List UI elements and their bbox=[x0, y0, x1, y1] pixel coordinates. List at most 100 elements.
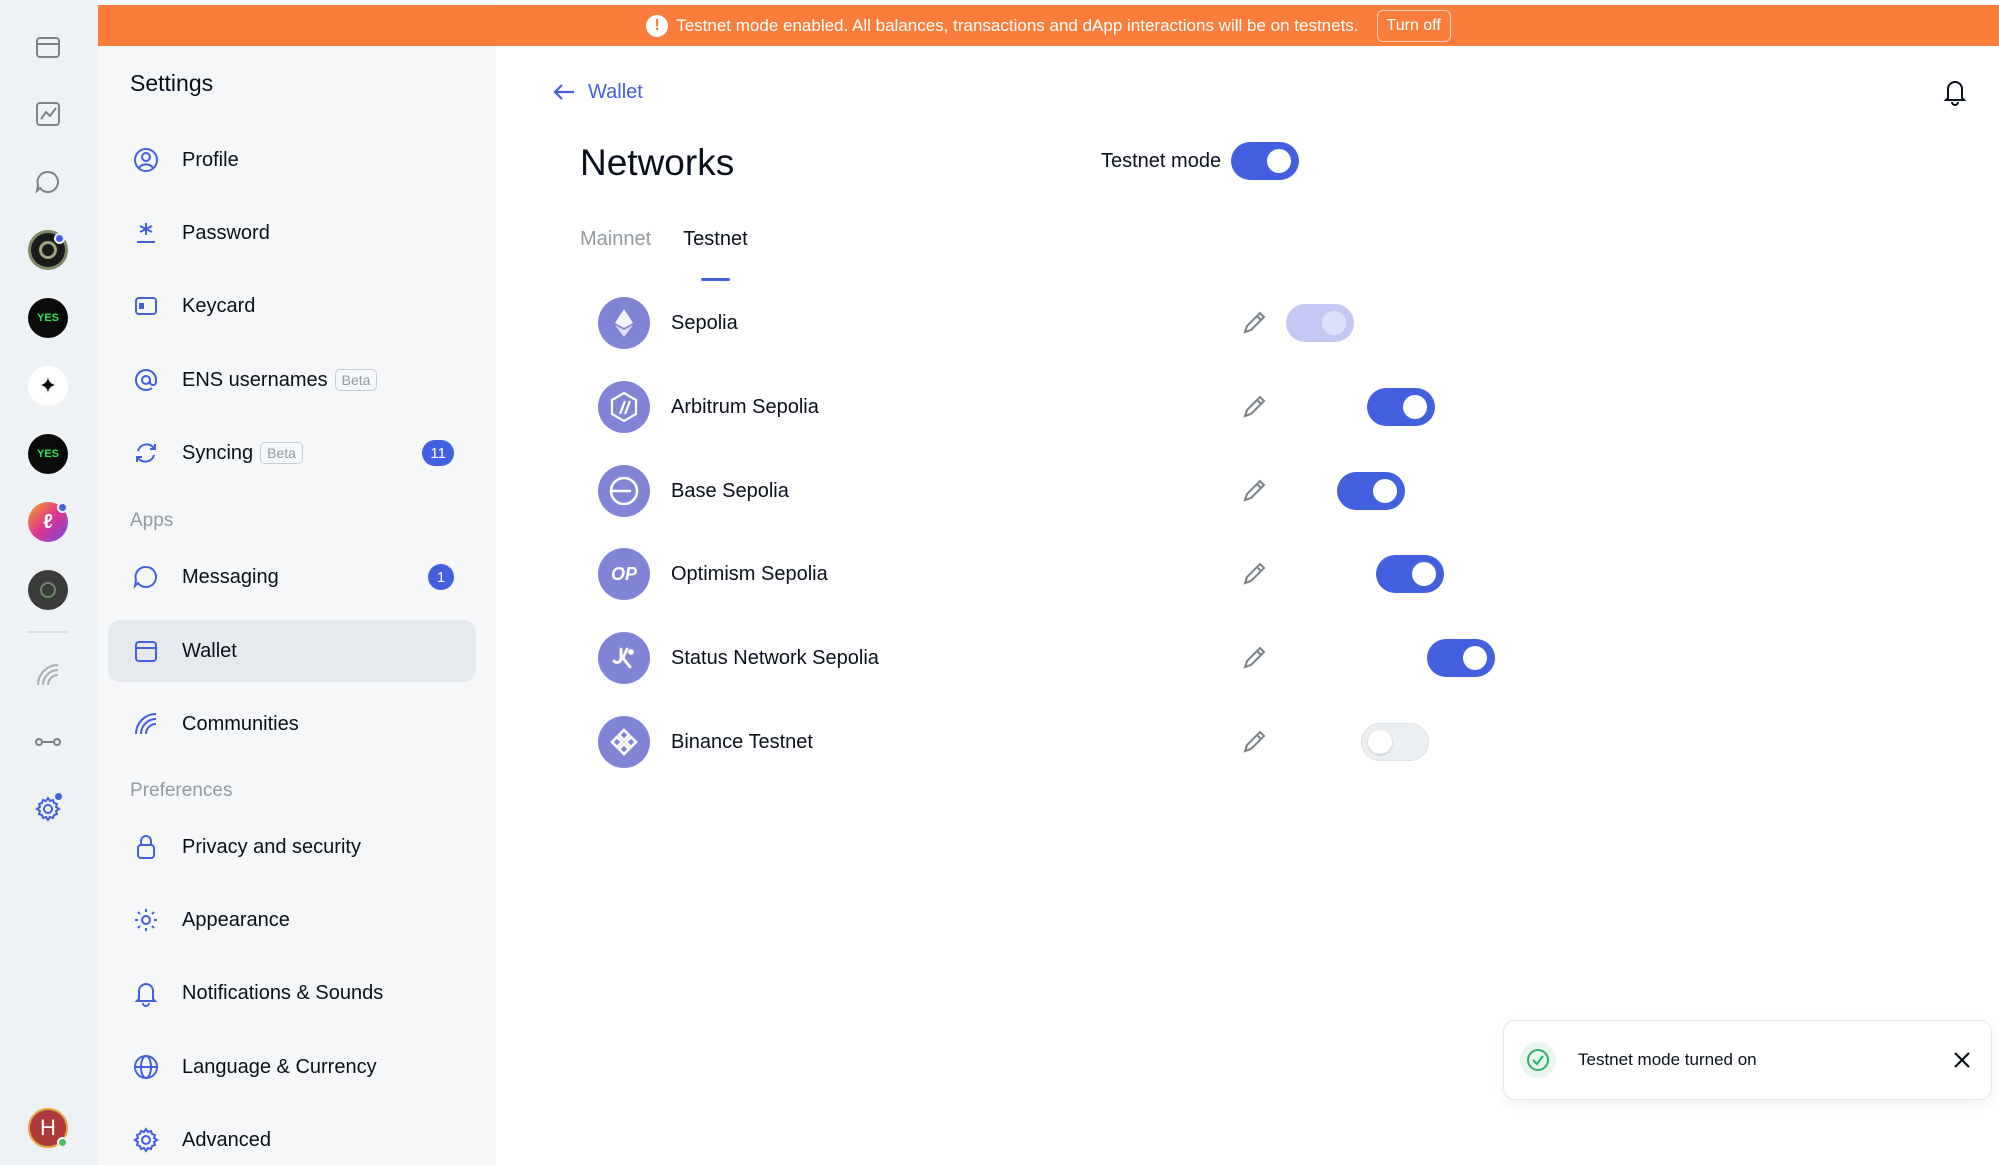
edit-pencil-icon[interactable] bbox=[1238, 558, 1270, 590]
beta-badge: Beta bbox=[334, 369, 378, 391]
beta-badge: Beta bbox=[260, 442, 303, 464]
arbitrum-icon bbox=[598, 381, 650, 433]
network-toggle[interactable] bbox=[1360, 723, 1429, 761]
gear-icon bbox=[130, 1124, 162, 1156]
community-avatar-globe[interactable] bbox=[26, 568, 70, 612]
settings-item-communities[interactable]: Communities bbox=[108, 693, 476, 755]
chat-icon bbox=[130, 561, 162, 593]
settings-item-label: Wallet bbox=[182, 639, 237, 662]
sync-icon bbox=[130, 437, 162, 469]
edit-pencil-icon[interactable] bbox=[1238, 391, 1270, 423]
settings-item-syncing[interactable]: Syncing Beta 11 bbox=[108, 422, 476, 484]
edit-pencil-icon[interactable] bbox=[1238, 307, 1270, 339]
user-avatar[interactable]: H bbox=[26, 1106, 70, 1150]
settings-item-profile[interactable]: Profile bbox=[108, 129, 476, 191]
network-row-binance-testnet[interactable]: Binance Testnet bbox=[598, 712, 1429, 772]
network-toggle[interactable] bbox=[1336, 472, 1405, 510]
settings-item-language[interactable]: Language & Currency bbox=[108, 1036, 476, 1098]
bell-icon bbox=[130, 977, 162, 1009]
close-icon[interactable] bbox=[1949, 1047, 1975, 1073]
settings-item-label: Advanced bbox=[182, 1128, 271, 1151]
network-name: Base Sepolia bbox=[671, 479, 789, 502]
sun-icon bbox=[130, 904, 162, 936]
alert-icon: ! bbox=[646, 14, 669, 37]
edit-pencil-icon[interactable] bbox=[1238, 726, 1270, 758]
settings-item-label: Appearance bbox=[182, 908, 290, 931]
tab-mainnet[interactable]: Mainnet bbox=[580, 228, 651, 251]
community-avatar-yes-2[interactable]: YES bbox=[26, 432, 70, 476]
network-toggle[interactable] bbox=[1366, 388, 1435, 426]
settings-item-keycard[interactable]: Keycard bbox=[108, 275, 476, 337]
settings-item-label: Privacy and security bbox=[182, 835, 361, 858]
network-toggle[interactable] bbox=[1375, 555, 1444, 593]
network-name: Status Network Sepolia bbox=[671, 646, 879, 669]
page-title: Networks bbox=[580, 142, 735, 183]
network-name: Binance Testnet bbox=[671, 730, 813, 753]
syncing-count-badge: 11 bbox=[422, 440, 454, 466]
lock-icon bbox=[130, 831, 162, 863]
settings-item-privacy[interactable]: Privacy and security bbox=[108, 816, 476, 878]
banner-text: Testnet mode enabled. All balances, tran… bbox=[676, 15, 1359, 35]
main-content: Wallet Networks Testnet mode Mainnet Tes… bbox=[496, 46, 1999, 1165]
edit-pencil-icon[interactable] bbox=[1238, 475, 1270, 507]
settings-item-label: Syncing bbox=[182, 441, 254, 464]
community-avatar-gradient[interactable]: ℓ bbox=[26, 500, 70, 544]
network-name: Arbitrum Sepolia bbox=[671, 395, 819, 418]
testnet-banner: ! Testnet mode enabled. All balances, tr… bbox=[98, 5, 1999, 46]
settings-item-label: Language & Currency bbox=[182, 1055, 377, 1078]
network-row-arbitrum-sepolia[interactable]: Arbitrum Sepolia bbox=[598, 377, 1435, 437]
network-toggle[interactable] bbox=[1426, 639, 1495, 677]
communities-icon bbox=[130, 708, 162, 740]
settings-item-label: Communities bbox=[182, 712, 299, 735]
edit-pencil-icon[interactable] bbox=[1238, 642, 1270, 674]
messaging-count-badge: 1 bbox=[428, 564, 454, 590]
keycard-icon bbox=[130, 290, 162, 322]
settings-item-label: ENS usernames bbox=[182, 368, 328, 391]
toast-notification: Testnet mode turned on bbox=[1503, 1020, 1992, 1100]
settings-item-password[interactable]: Password bbox=[108, 202, 476, 264]
ethereum-icon bbox=[598, 297, 650, 349]
settings-item-advanced[interactable]: Advanced bbox=[108, 1109, 476, 1165]
settings-item-notifications[interactable]: Notifications & Sounds bbox=[108, 962, 476, 1024]
settings-item-label: Keycard bbox=[182, 294, 256, 317]
turn-off-button[interactable]: Turn off bbox=[1376, 9, 1451, 42]
chart-rail-icon[interactable] bbox=[26, 92, 70, 136]
settings-item-wallet[interactable]: Wallet bbox=[108, 620, 476, 682]
arrow-left-icon bbox=[553, 84, 574, 100]
link-rail-icon[interactable] bbox=[26, 720, 70, 764]
settings-rail-icon[interactable] bbox=[26, 787, 70, 831]
notifications-bell-icon[interactable] bbox=[1939, 76, 1971, 108]
check-circle-icon bbox=[1520, 1042, 1556, 1078]
network-toggle bbox=[1285, 304, 1354, 342]
back-button[interactable]: Wallet bbox=[550, 78, 643, 106]
settings-title: Settings bbox=[130, 70, 214, 96]
settings-item-appearance[interactable]: Appearance bbox=[108, 889, 476, 951]
testnet-mode-toggle[interactable] bbox=[1231, 142, 1300, 180]
settings-item-ens[interactable]: ENS usernames Beta bbox=[108, 349, 476, 411]
settings-sidebar: Settings Profile Password Keycard ENS us… bbox=[98, 0, 496, 1165]
wallet-rail-icon[interactable] bbox=[26, 25, 70, 69]
tab-testnet[interactable]: Testnet bbox=[683, 228, 748, 281]
network-tabs: Mainnet Testnet bbox=[580, 228, 780, 281]
base-icon bbox=[598, 465, 650, 517]
community-avatar-star[interactable]: ✦ bbox=[26, 364, 70, 408]
network-row-optimism-sepolia[interactable]: OP Optimism Sepolia bbox=[598, 544, 1444, 604]
toast-message: Testnet mode turned on bbox=[1578, 1050, 1757, 1069]
wallet-icon bbox=[130, 635, 162, 667]
community-avatar-1[interactable] bbox=[26, 228, 70, 272]
chat-rail-icon[interactable] bbox=[26, 160, 70, 204]
settings-item-messaging[interactable]: Messaging 1 bbox=[108, 546, 476, 608]
password-icon bbox=[130, 217, 162, 249]
globe-icon bbox=[130, 1051, 162, 1083]
status-icon bbox=[598, 632, 650, 684]
apps-section-label: Apps bbox=[130, 510, 174, 531]
network-row-base-sepolia[interactable]: Base Sepolia bbox=[598, 461, 1405, 521]
settings-item-label: Password bbox=[182, 221, 270, 244]
network-row-status-network-sepolia[interactable]: Status Network Sepolia bbox=[598, 628, 1495, 688]
app-rail: YES ✦ YES ℓ H bbox=[0, 0, 98, 1165]
communities-rail-icon[interactable] bbox=[26, 653, 70, 697]
network-row-sepolia[interactable]: Sepolia bbox=[598, 293, 1354, 353]
back-label: Wallet bbox=[588, 80, 643, 103]
community-avatar-yes-1[interactable]: YES bbox=[26, 296, 70, 340]
settings-item-label: Messaging bbox=[182, 565, 279, 588]
